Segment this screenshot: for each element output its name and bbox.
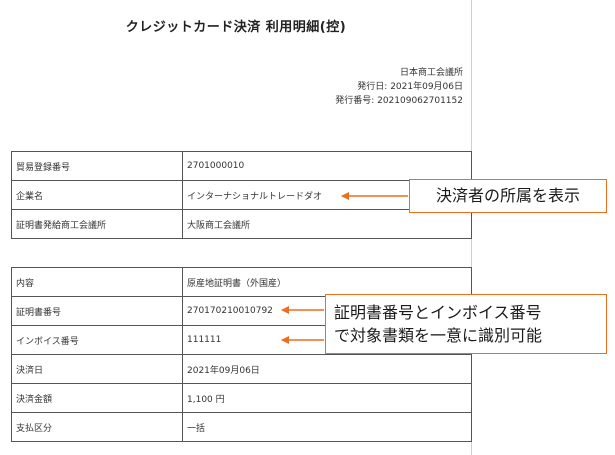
callout-text-line1: 証明書番号とインボイス番号: [334, 303, 542, 322]
company-info-table: 貿易登録番号 2701000010 企業名 インターナショナルトレードダオ 証明…: [11, 151, 472, 239]
row-label: 決済日: [11, 354, 183, 384]
callout-text-line2: で対象書類を一意に識別可能: [334, 326, 543, 345]
table-row: 内容 原産地証明書（外国産）: [11, 267, 472, 297]
row-label: 貿易登録番号: [11, 151, 183, 181]
row-label: インボイス番号: [11, 325, 183, 355]
row-value: 原産地証明書（外国産）: [182, 267, 472, 297]
table-row: 決済金額 1,100 円: [11, 383, 472, 413]
table-row: 企業名 インターナショナルトレードダオ: [11, 180, 472, 210]
row-label: 証明書番号: [11, 296, 183, 326]
row-label: 内容: [11, 267, 183, 297]
row-label: 決済金額: [11, 383, 183, 413]
table-row: 貿易登録番号 2701000010: [11, 151, 472, 181]
issue-number: 発行番号: 202109062701152: [335, 96, 463, 106]
document-title: クレジットカード決済 利用明細(控): [125, 20, 347, 35]
table-row: 証明書発給商工会議所 大阪商工会議所: [11, 209, 472, 239]
statement-document: クレジットカード決済 利用明細(控) 日本商工会議所 発行日: 2021年09月…: [0, 0, 472, 455]
row-value: 大阪商工会議所: [182, 209, 472, 239]
issue-date: 発行日: 2021年09月06日: [357, 82, 463, 92]
row-value: 2021年09月06日: [182, 354, 472, 384]
issuer-name: 日本商工会議所: [399, 68, 463, 78]
row-value: 1,100 円: [182, 383, 472, 413]
row-value: 一括: [182, 412, 472, 442]
callout-identification: 証明書番号とインボイス番号 で対象書類を一意に識別可能: [325, 294, 607, 354]
callout-affiliation: 決済者の所属を表示: [409, 179, 607, 213]
issuer-block: 日本商工会議所 発行日: 2021年09月06日 発行番号: 202109062…: [335, 66, 463, 108]
row-label: 企業名: [11, 180, 183, 210]
table-row: 支払区分 一括: [11, 412, 472, 442]
row-label: 証明書発給商工会議所: [11, 209, 183, 239]
callout-text: 決済者の所属を表示: [435, 186, 580, 205]
row-value: 2701000010: [182, 151, 472, 181]
table-row: 決済日 2021年09月06日: [11, 354, 472, 384]
row-label: 支払区分: [11, 412, 183, 442]
